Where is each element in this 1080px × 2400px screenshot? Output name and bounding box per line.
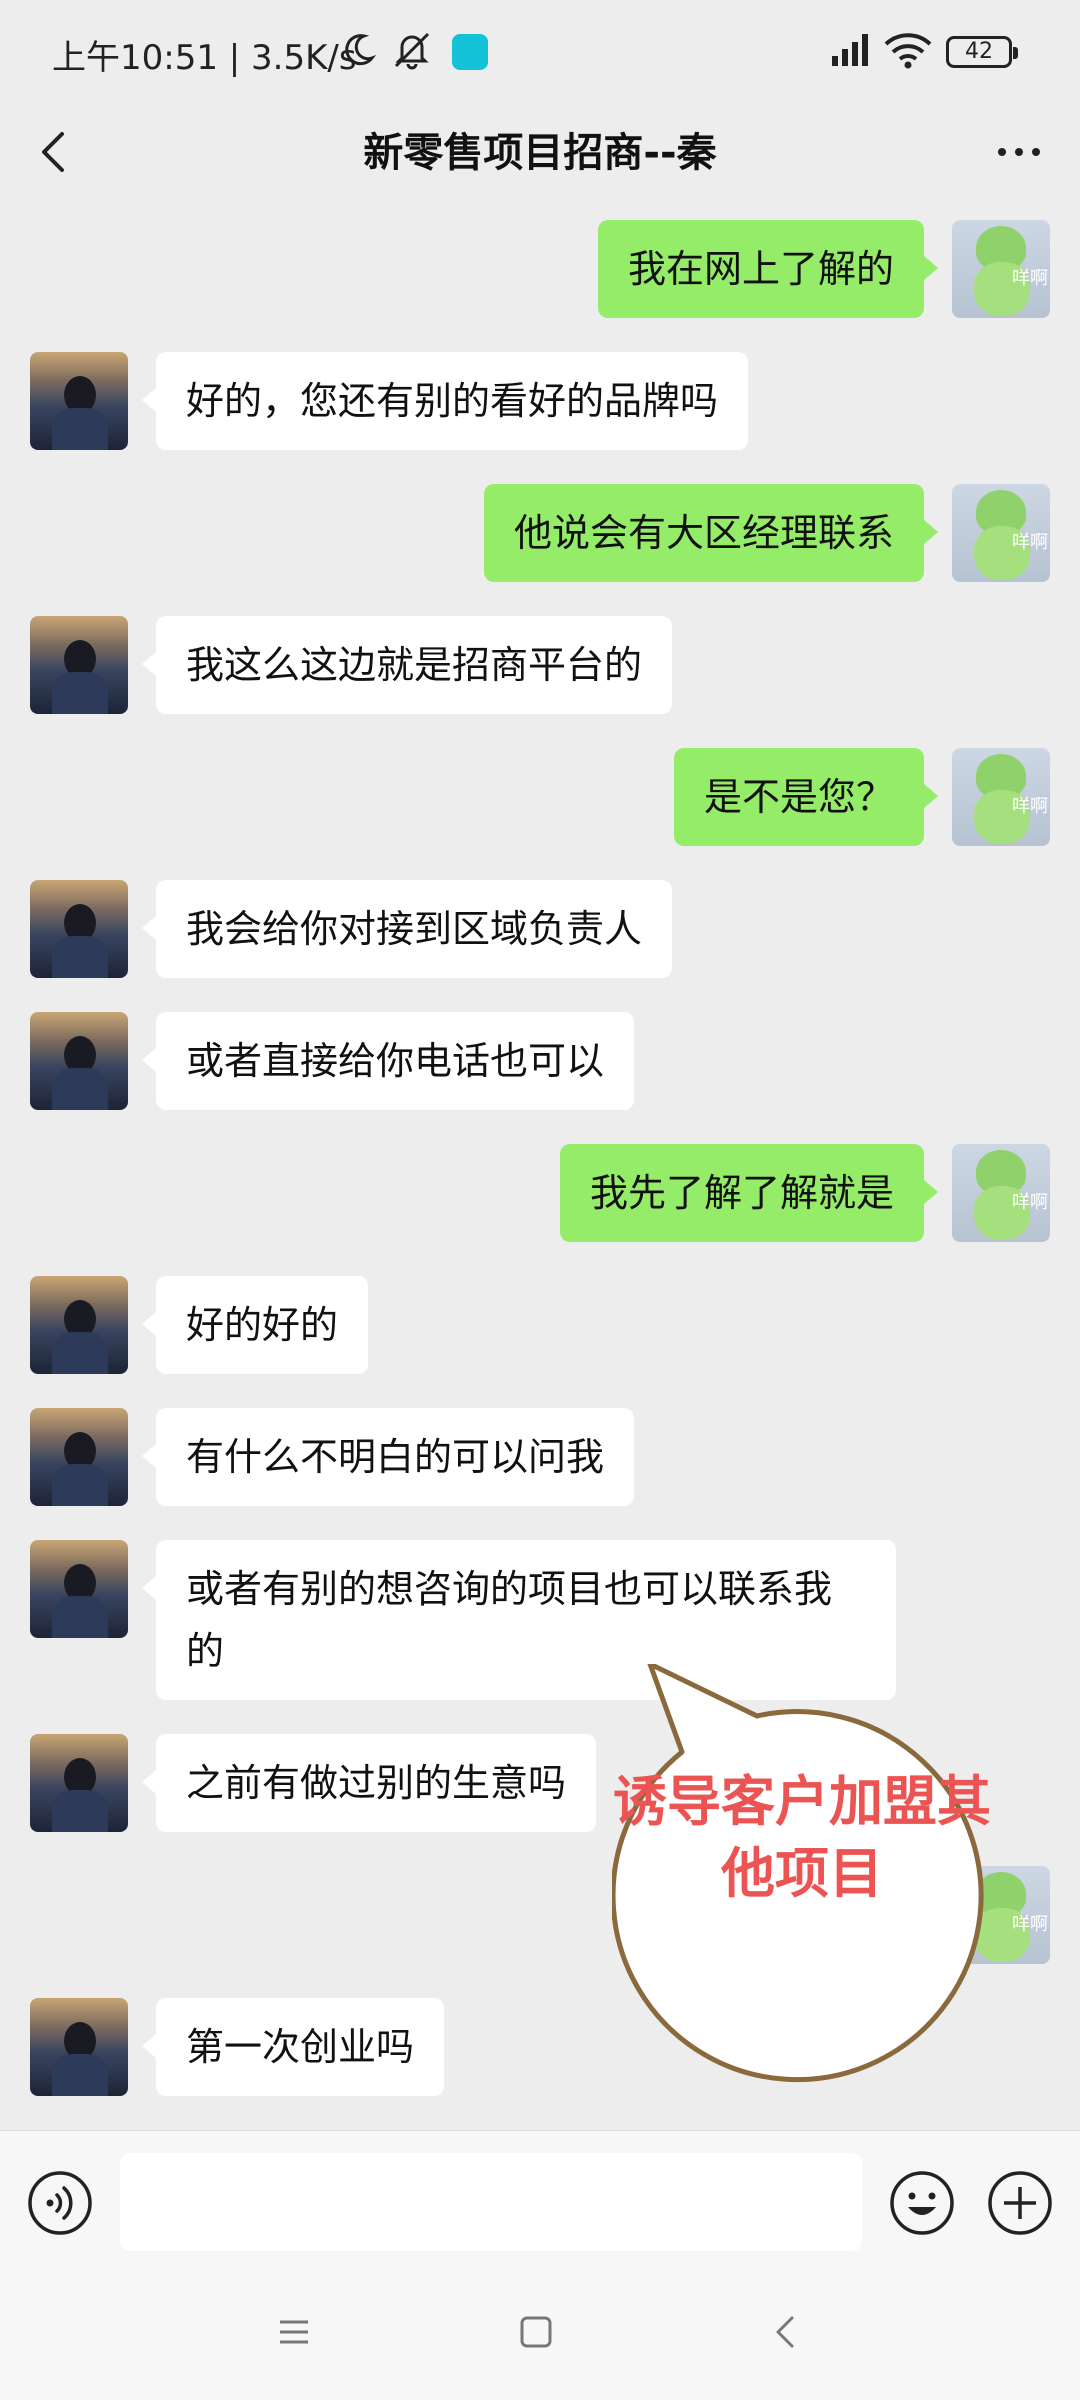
- chat-title: 新零售项目招商--秦: [363, 130, 717, 176]
- message-bubble[interactable]: 有什么不明白的可以问我: [141, 1408, 635, 1506]
- message-received: 或者直接给你电话也可以: [30, 1012, 635, 1110]
- emoji-icon[interactable]: [888, 2169, 956, 2237]
- my-avatar[interactable]: 咩啊: [952, 748, 1050, 846]
- wifi-icon: [884, 33, 932, 69]
- my-avatar[interactable]: 咩啊: [952, 220, 1050, 318]
- message-bubble[interactable]: 好的好的: [141, 1276, 369, 1374]
- contact-avatar[interactable]: [30, 1012, 128, 1110]
- message-received: 好的，您还有别的看好的品牌吗: [30, 352, 749, 450]
- contact-avatar[interactable]: [30, 616, 128, 714]
- status-bar: 上午10:51 | 3.5K/s 42: [0, 0, 1080, 100]
- message-received: 我会给你对接到区域负责人: [30, 880, 673, 978]
- message-bubble[interactable]: 是不是您？: [673, 748, 939, 846]
- message-bubble[interactable]: 我这么这边就是招商平台的: [141, 616, 673, 714]
- message-bubble[interactable]: 第一次创业吗: [141, 1998, 445, 2096]
- message-bubble[interactable]: 我会给你对接到区域负责人: [141, 880, 673, 978]
- avatar-caption: 咩啊: [1012, 1914, 1048, 1935]
- message-received: 好的好的: [30, 1276, 369, 1374]
- avatar-caption: 咩啊: [1012, 268, 1048, 289]
- message-input[interactable]: [120, 2153, 862, 2251]
- message-sent: 咩啊 是不是您？: [673, 748, 1050, 846]
- contact-avatar[interactable]: [30, 352, 128, 450]
- my-avatar[interactable]: 咩啊: [952, 1144, 1050, 1242]
- message-received: 第一次创业吗: [30, 1998, 445, 2096]
- moon-icon: [345, 34, 376, 66]
- avatar-caption: 咩啊: [1012, 532, 1048, 553]
- contact-avatar[interactable]: [30, 1540, 128, 1638]
- home-icon[interactable]: [514, 2310, 558, 2354]
- more-dots-icon[interactable]: [984, 122, 1054, 182]
- recent-apps-icon[interactable]: [272, 2310, 316, 2354]
- message-bubble[interactable]: 我先了解了解就是: [559, 1144, 939, 1242]
- input-bar: [0, 2130, 1080, 2274]
- my-avatar[interactable]: 咩啊: [952, 484, 1050, 582]
- mute-bell-icon: [394, 32, 430, 70]
- plus-icon[interactable]: [986, 2169, 1054, 2237]
- signal-icon: [832, 34, 868, 66]
- annotation-callout: 诱导客户加盟其他项目: [610, 1661, 992, 2090]
- message-received: 之前有做过别的生意吗: [30, 1734, 597, 1832]
- contact-avatar[interactable]: [30, 1408, 128, 1506]
- app-notification-icon: [452, 34, 488, 70]
- message-sent: 咩啊 我在网上了解的: [597, 220, 1050, 318]
- message-bubble[interactable]: 或者直接给你电话也可以: [141, 1012, 635, 1110]
- avatar-caption: 咩啊: [1012, 796, 1048, 817]
- message-bubble[interactable]: 我在网上了解的: [597, 220, 939, 318]
- contact-avatar[interactable]: [30, 1734, 128, 1832]
- message-bubble[interactable]: 之前有做过别的生意吗: [141, 1734, 597, 1832]
- avatar-caption: 咩啊: [1012, 1192, 1048, 1213]
- message-received: 有什么不明白的可以问我: [30, 1408, 635, 1506]
- contact-avatar[interactable]: [30, 1998, 128, 2096]
- status-time: 上午10:51 | 3.5K/s: [52, 38, 357, 78]
- contact-avatar[interactable]: [30, 880, 128, 978]
- battery-indicator: 42: [946, 36, 1018, 68]
- message-bubble[interactable]: 他说会有大区经理联系: [483, 484, 939, 582]
- message-received: 我这么这边就是招商平台的: [30, 616, 673, 714]
- chat-header: 新零售项目招商--秦: [0, 100, 1080, 204]
- system-back-icon[interactable]: [764, 2310, 808, 2354]
- message-bubble[interactable]: 好的，您还有别的看好的品牌吗: [141, 352, 749, 450]
- voice-icon[interactable]: [26, 2169, 94, 2237]
- message-sent: 咩啊 我先了解了解就是: [559, 1144, 1050, 1242]
- contact-avatar[interactable]: [30, 1276, 128, 1374]
- annotation-text: 诱导客户加盟其他项目: [613, 1770, 991, 1905]
- message-sent: 咩啊 他说会有大区经理联系: [483, 484, 1050, 582]
- system-navigation-bar: [0, 2274, 1080, 2400]
